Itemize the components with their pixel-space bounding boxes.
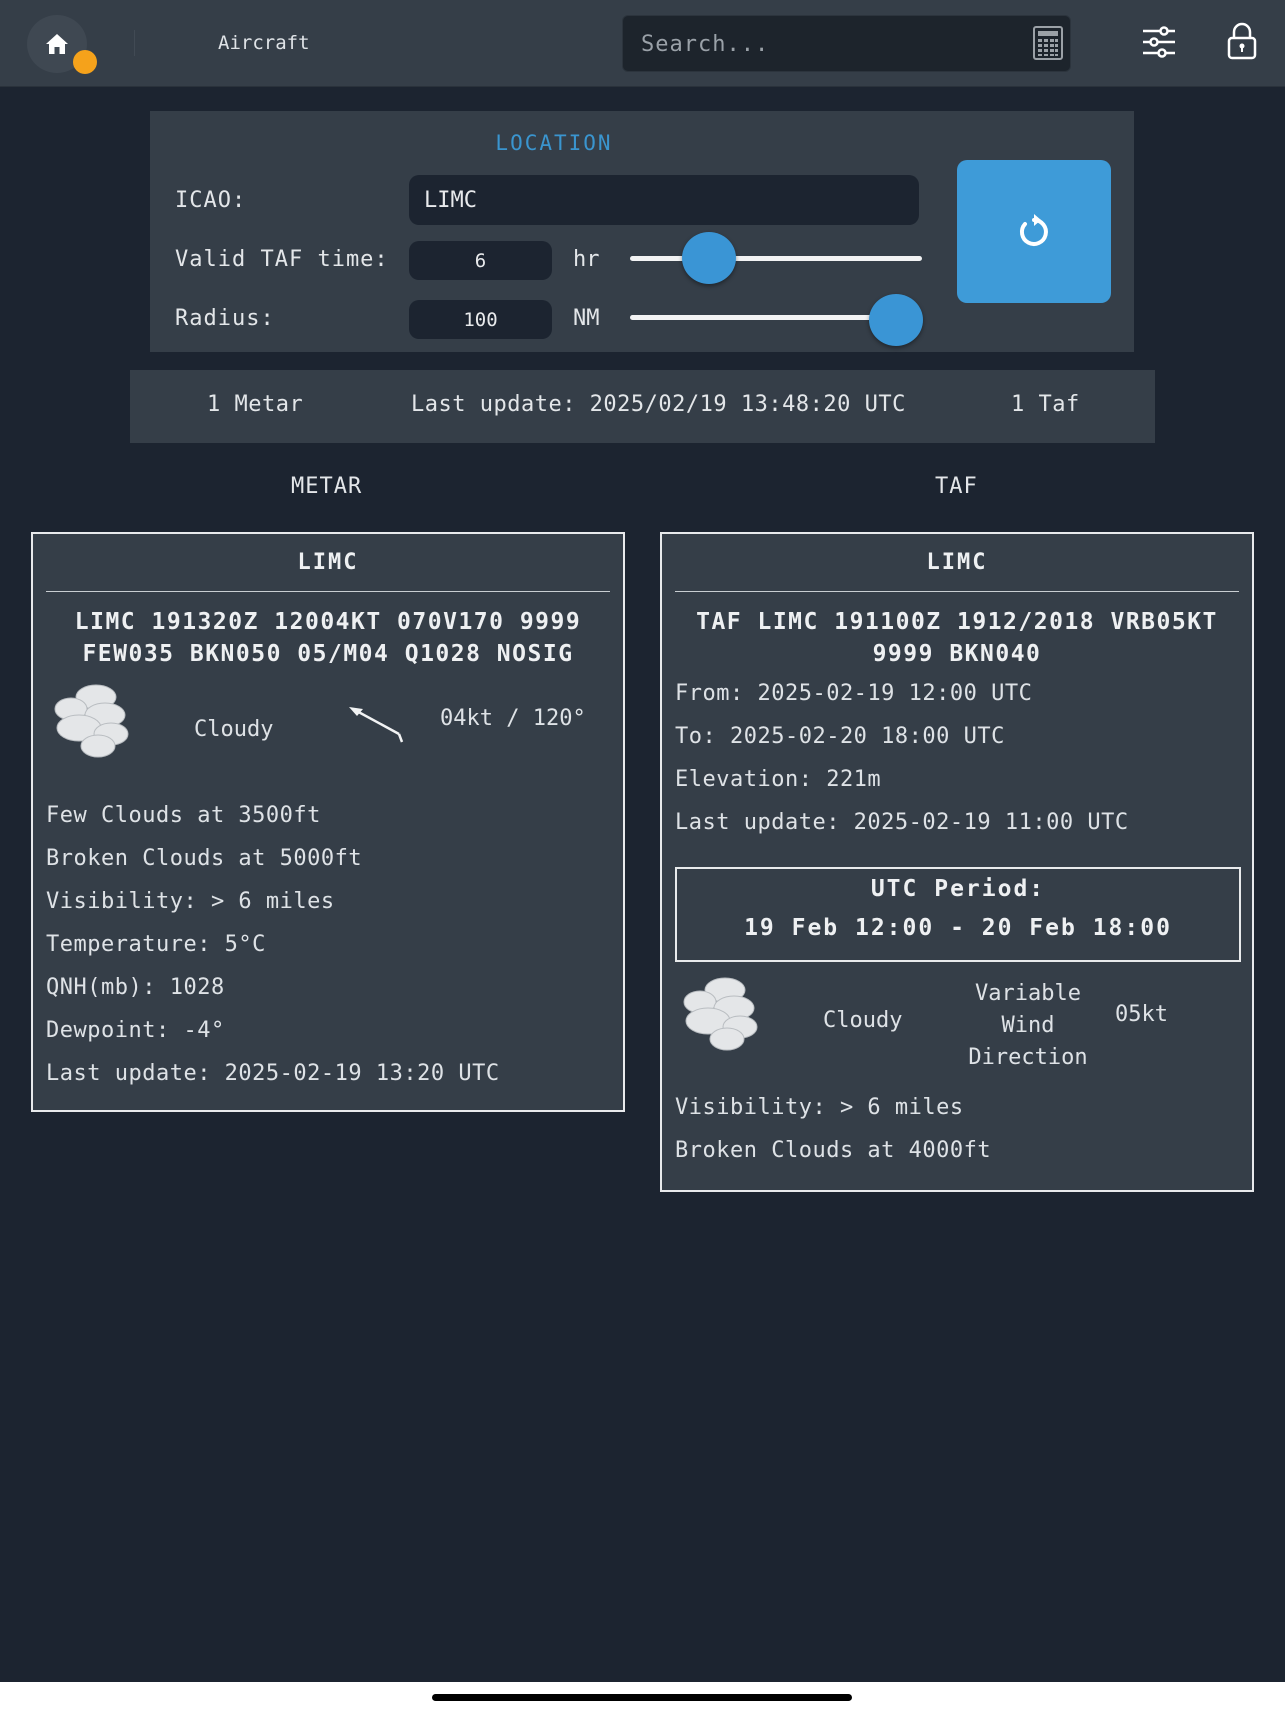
taf-wind-direction-line: Wind [1001,1013,1055,1038]
metar-line: Few Clouds at 3500ft [46,803,321,828]
icao-input[interactable] [409,175,919,225]
utc-period-title: UTC Period: [870,876,1046,902]
metar-raw: LIMC 191320Z 12004KT 070V170 9999 FEW035… [74,609,582,667]
taf-line: Elevation: 221m [675,767,882,792]
taf-wind-direction-line: Variable [975,981,1081,1006]
divider [675,591,1239,592]
metar-line: Last update: 2025-02-19 13:20 UTC [46,1061,500,1086]
refresh-button[interactable] [957,160,1111,303]
taf-column-title: TAF [935,474,978,499]
divider [46,591,610,592]
utc-period-box: UTC Period: 19 Feb 12:00 - 20 Feb 18:00 [675,867,1241,962]
notification-dot [73,50,97,74]
metar-column-title: METAR [291,474,363,499]
metar-count: 1 Metar [207,392,304,417]
location-title: LOCATION [495,131,613,155]
taf-raw: TAF LIMC 191100Z 1912/2018 VRB05KT 9999 … [696,609,1218,667]
taf-bottom-line: Visibility: > 6 miles [675,1095,964,1120]
taf-wind-direction: Variable Wind Direction [948,978,1108,1074]
home-icon [46,34,68,54]
taf-time-label: Valid TAF time: [175,247,389,272]
taf-time-slider-thumb[interactable] [681,232,736,284]
radius-unit: NM [573,306,600,331]
search-box[interactable] [622,15,1071,72]
metar-line: Dewpoint: -4° [46,1018,225,1043]
metar-line: Visibility: > 6 miles [46,889,335,914]
utc-period-range: 19 Feb 12:00 - 20 Feb 18:00 [744,915,1172,941]
divider [134,30,135,56]
aircraft-title[interactable]: Aircraft [218,32,310,54]
taf-sky: Cloudy [823,1008,903,1033]
location-panel: LOCATION ICAO: Valid TAF time: hr Radius… [150,111,1134,352]
sliders-icon[interactable] [1141,24,1177,60]
taf-time-slider[interactable] [630,256,922,261]
metar-line: Temperature: 5°C [46,932,266,957]
lock-icon[interactable] [1227,22,1257,60]
search-input[interactable] [639,26,1003,62]
status-bar: 1 Metar Last update: 2025/02/19 13:48:20… [130,370,1155,443]
taf-time-input[interactable] [409,241,552,280]
radius-label: Radius: [175,306,275,331]
taf-card: LIMC TAF LIMC 191100Z 1912/2018 VRB05KT … [660,532,1254,1192]
radius-slider-thumb[interactable] [868,294,923,346]
calculator-icon[interactable] [1033,26,1063,60]
metar-sky: Cloudy [194,717,274,742]
cloud-icon [54,684,129,758]
metar-line: QNH(mb): 1028 [46,975,225,1000]
refresh-icon [1019,213,1048,246]
taf-time-unit: hr [573,247,600,272]
taf-wind-direction-line: Direction [968,1045,1088,1070]
taf-count: 1 Taf [1011,392,1080,417]
taf-bottom-line: Broken Clouds at 4000ft [675,1138,992,1163]
metar-station: LIMC [297,550,359,575]
taf-line: To: 2025-02-20 18:00 UTC [675,724,1005,749]
taf-line: From: 2025-02-19 12:00 UTC [675,681,1033,706]
last-update: Last update: 2025/02/19 13:48:20 UTC [411,392,906,417]
cloud-icon [683,977,758,1051]
top-bar: Aircraft [0,0,1285,87]
wind-arrow-icon [349,707,404,743]
home-indicator[interactable] [432,1694,852,1701]
radius-input[interactable] [409,300,552,339]
icao-label: ICAO: [175,188,247,213]
metar-wind: 04kt / 120° [440,706,586,731]
metar-card: LIMC LIMC 191320Z 12004KT 070V170 9999 F… [31,532,625,1112]
taf-wind-speed: 05kt [1115,1002,1168,1027]
taf-station: LIMC [926,550,988,575]
metar-line: Broken Clouds at 5000ft [46,846,363,871]
taf-line: Last update: 2025-02-19 11:00 UTC [675,810,1129,835]
